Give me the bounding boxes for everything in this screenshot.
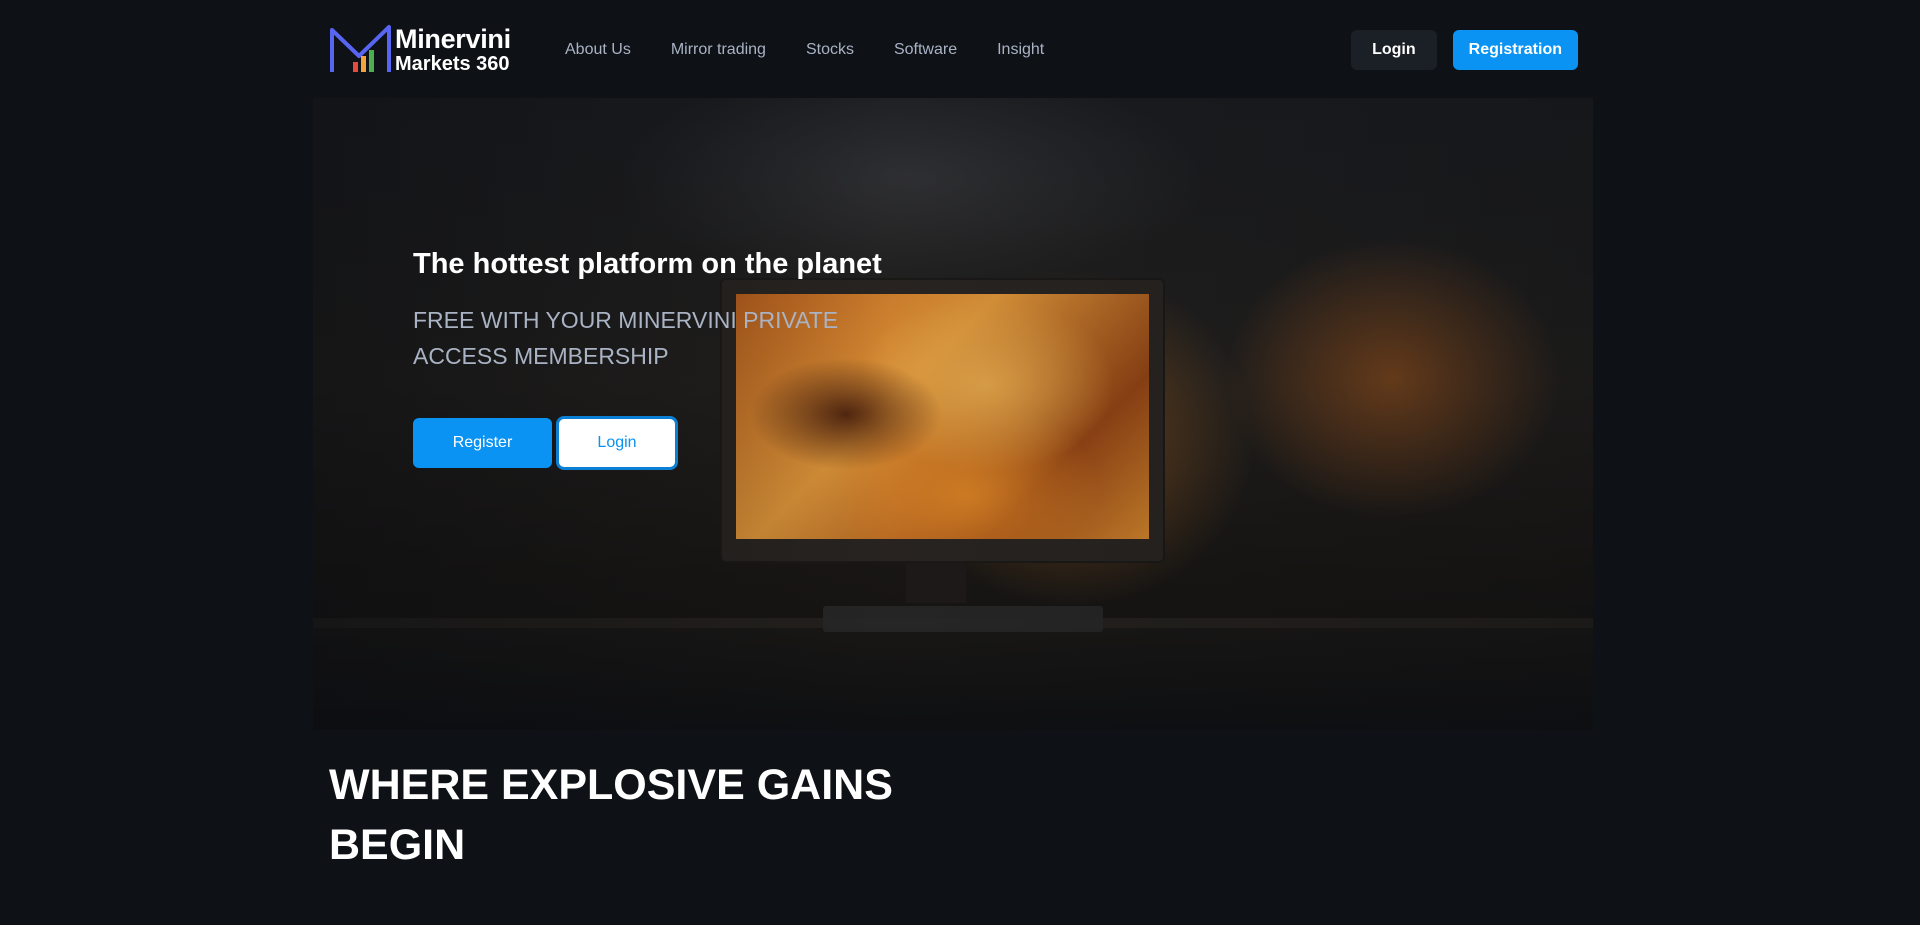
nav-stocks[interactable]: Stocks xyxy=(806,41,854,59)
logo-chart-icon xyxy=(330,25,391,72)
brand-name: Minervini Markets 360 xyxy=(395,24,511,75)
page: Minervini Markets 360 About Us Mirror tr… xyxy=(0,0,1920,925)
hero-banner: The hottest platform on the planet FREE … xyxy=(313,98,1593,730)
header-registration-button[interactable]: Registration xyxy=(1452,30,1578,70)
hero-login-button[interactable]: Login xyxy=(556,416,678,470)
section-heading: WHERE EXPLOSIVE GAINS BEGIN xyxy=(329,761,893,869)
hero-content: The hottest platform on the planet FREE … xyxy=(413,246,893,470)
header-actions: Login Registration xyxy=(1351,30,1578,70)
nav-insight[interactable]: Insight xyxy=(997,41,1044,59)
nav-about-us[interactable]: About Us xyxy=(565,41,631,59)
brand-name-line1: Minervini xyxy=(395,24,511,54)
hero-register-button[interactable]: Register xyxy=(413,418,552,468)
site-header: Minervini Markets 360 About Us Mirror tr… xyxy=(329,22,1578,78)
hero-title: The hottest platform on the planet xyxy=(413,248,882,280)
brand-logo[interactable]: Minervini Markets 360 xyxy=(329,24,529,76)
hero-buttons: Register Login xyxy=(413,416,893,470)
nav-software[interactable]: Software xyxy=(894,41,957,59)
brand-name-line2: Markets 360 xyxy=(395,53,510,75)
hero-subtitle: FREE WITH YOUR MINERVINI PRIVATE ACCESS … xyxy=(413,307,839,369)
main-nav: About Us Mirror trading Stocks Software … xyxy=(565,41,1084,59)
nav-mirror-trading[interactable]: Mirror trading xyxy=(671,41,766,59)
header-login-button[interactable]: Login xyxy=(1351,30,1437,70)
